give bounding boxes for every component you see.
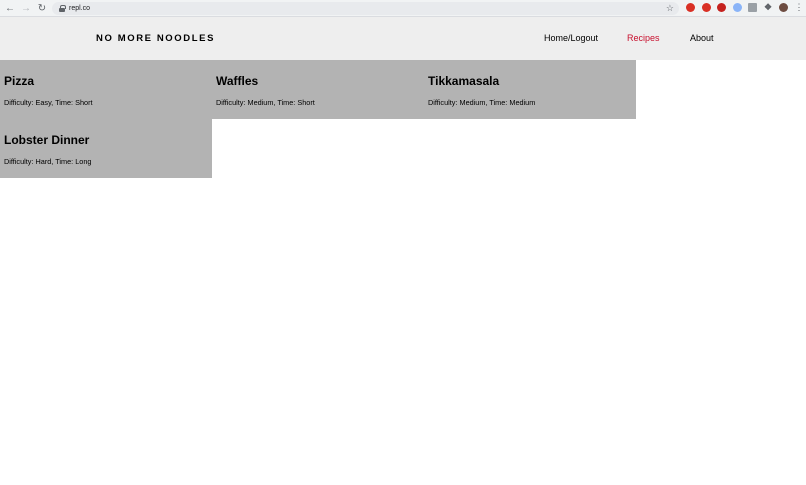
address-bar[interactable]: repl.co ☆	[52, 2, 679, 15]
recipe-title: Tikkamasala	[428, 74, 500, 88]
lock-icon[interactable]	[59, 5, 66, 12]
puzzle-icon[interactable]: ❖	[764, 2, 773, 12]
browser-toolbar: ← → ↻ repl.co ☆ ❖ ⋮	[0, 0, 806, 17]
extension-icon[interactable]	[686, 3, 695, 12]
recipe-grid: Pizza Difficulty: Easy, Time: Short Waff…	[0, 60, 636, 178]
recipe-meta: Difficulty: Easy, Time: Short	[4, 98, 93, 107]
recipe-title: Lobster Dinner	[4, 133, 90, 147]
extension-icon[interactable]	[701, 3, 711, 12]
url-text[interactable]: repl.co	[69, 5, 90, 12]
recipe-card-lobster-dinner[interactable]: Lobster Dinner Difficulty: Hard, Time: L…	[0, 119, 212, 178]
extension-icon[interactable]	[732, 3, 742, 12]
recipe-meta: Difficulty: Medium, Time: Short	[216, 98, 315, 107]
avatar[interactable]	[779, 3, 788, 12]
kebab-menu-icon[interactable]: ⋮	[795, 3, 804, 12]
recipe-meta: Difficulty: Medium, Time: Medium	[428, 98, 536, 107]
nav-link-about[interactable]: About	[690, 33, 714, 43]
nav-link-recipes[interactable]: Recipes	[627, 33, 660, 43]
bookmark-star-icon[interactable]: ☆	[666, 2, 674, 15]
brand-logo[interactable]: NO MORE NOODLES	[96, 33, 215, 44]
extensions-bar: ❖ ⋮	[686, 2, 804, 12]
recipe-meta: Difficulty: Hard, Time: Long	[4, 157, 92, 166]
recipe-card-pizza[interactable]: Pizza Difficulty: Easy, Time: Short	[0, 60, 212, 119]
reload-icon[interactable]: ↻	[36, 2, 48, 14]
recipe-card-waffles[interactable]: Waffles Difficulty: Medium, Time: Short	[212, 60, 424, 119]
extension-icon[interactable]	[748, 3, 757, 12]
recipe-title: Waffles	[216, 74, 259, 88]
forward-arrow-icon[interactable]: →	[20, 2, 32, 14]
recipe-title: Pizza	[4, 74, 35, 88]
extension-icon[interactable]	[717, 3, 726, 12]
site-header: NO MORE NOODLES Home/Logout Recipes Abou…	[0, 17, 806, 60]
nav-link-home-logout[interactable]: Home/Logout	[544, 33, 598, 43]
recipe-card-tikkamasala[interactable]: Tikkamasala Difficulty: Medium, Time: Me…	[424, 60, 636, 119]
back-arrow-icon[interactable]: ←	[4, 2, 16, 14]
